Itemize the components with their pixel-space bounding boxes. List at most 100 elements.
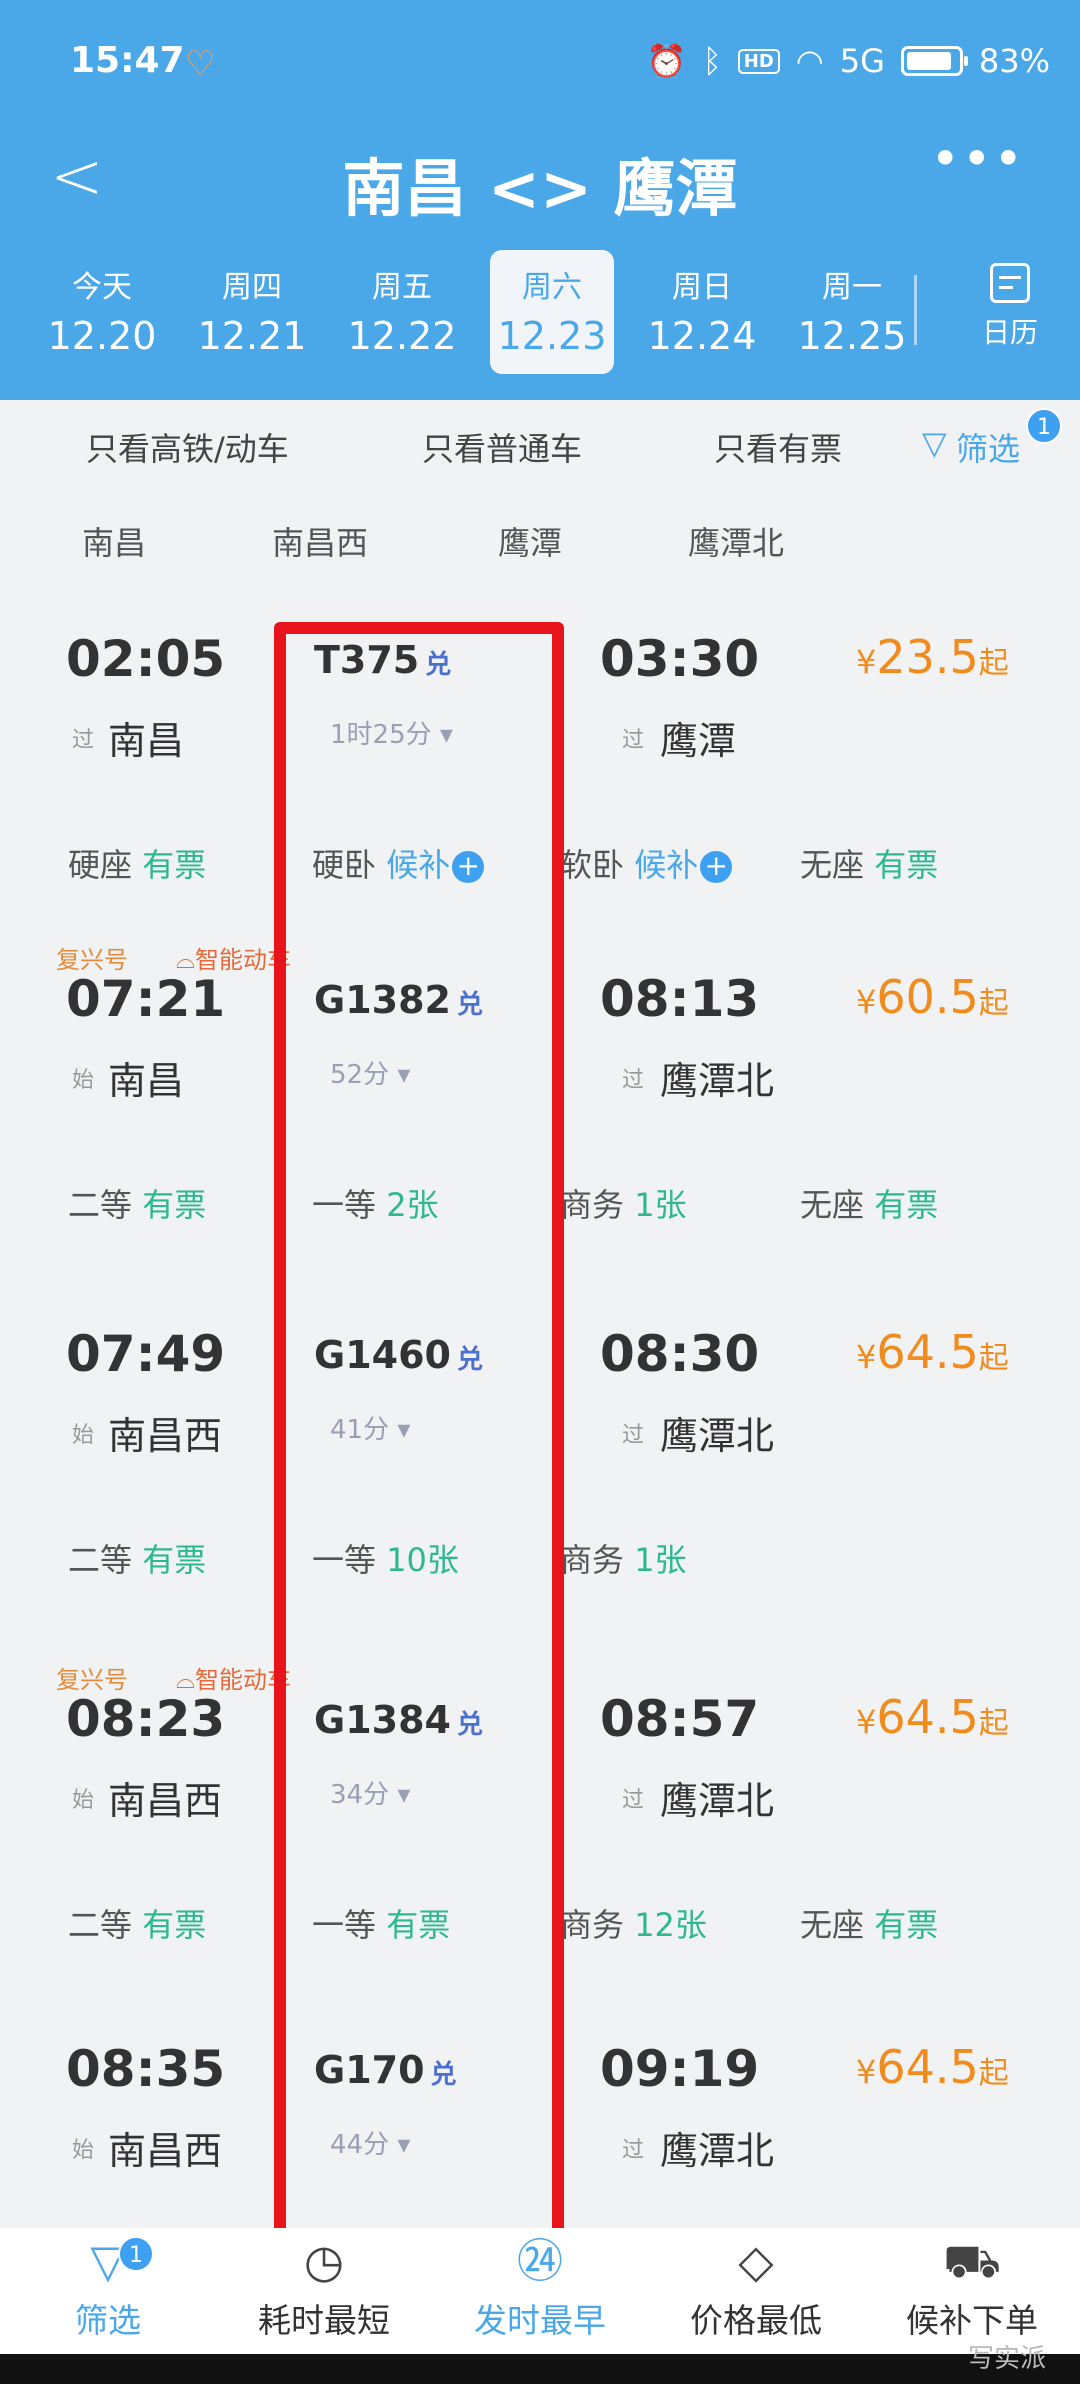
depart-type: 过: [72, 728, 95, 753]
calendar-icon: [990, 263, 1030, 303]
seat-info[interactable]: 二等 有票: [68, 1900, 206, 1946]
seat-status: 有票: [142, 1186, 207, 1224]
date-strip-divider: [914, 275, 917, 345]
arrive-type: 过: [622, 1423, 645, 1448]
station-chip[interactable]: 鹰潭: [498, 518, 562, 564]
bottom-toolbar: ▽ 筛选 1 ◷ 耗时最短 ㉔发时最早 ◇ 价格最低 ⛟ 候补下单: [0, 2228, 1080, 2354]
price: ¥64.5起: [856, 1325, 1009, 1379]
health-icon: ♡: [185, 44, 216, 84]
tab-cart[interactable]: ⛟ 候补下单: [864, 2228, 1080, 2354]
station-chip[interactable]: 鹰潭北: [688, 518, 784, 564]
date-tab[interactable]: 周一 12.25: [790, 250, 914, 374]
add-icon[interactable]: +: [700, 851, 733, 883]
depart-type: 始: [72, 1068, 95, 1093]
seat-info[interactable]: 软卧 候补 +: [560, 840, 733, 886]
battery-icon: [900, 46, 968, 76]
seat-info[interactable]: 商务 1张: [560, 1180, 687, 1226]
tab-filter[interactable]: ▽ 筛选 1: [0, 2228, 216, 2354]
filter-youpiao[interactable]: 只看有票: [714, 424, 842, 470]
price-value: 60.5: [876, 970, 979, 1024]
date-weekday: 周四: [222, 270, 282, 305]
filter-icon: ▽: [90, 2234, 126, 2288]
watermark: 写实派: [967, 2344, 1046, 2374]
price-currency: ¥: [856, 1338, 877, 1376]
arrive-time: 08:13: [600, 970, 760, 1028]
seat-info[interactable]: 无座 有票: [800, 840, 938, 886]
arrive-time: 08:57: [600, 1690, 760, 1748]
arrive-time: 03:30: [600, 630, 760, 688]
date-value: 12.20: [47, 314, 157, 358]
filter-row: 只看高铁/动车 只看普通车 只看有票 ▽ 筛选 1: [0, 400, 1080, 490]
date-weekday: 周六: [522, 270, 582, 305]
seat-info[interactable]: 商务 1张: [560, 1535, 687, 1581]
arrive-station: 鹰潭: [660, 719, 737, 763]
filter-gaotie[interactable]: 只看高铁/动车: [86, 424, 289, 470]
filter-funnel-icon[interactable]: ▽: [922, 424, 947, 462]
depart-station: 南昌: [108, 719, 185, 763]
filter-shaixuan[interactable]: 筛选: [956, 424, 1020, 470]
price: ¥64.5起: [856, 1690, 1009, 1744]
seat-class: 商务: [560, 1186, 625, 1224]
date-tab[interactable]: 周六 12.23: [490, 250, 614, 374]
signal-5g-icon: 5G: [839, 42, 885, 80]
tab-label: 耗时最短: [258, 2301, 390, 2340]
tab-clock-24[interactable]: ㉔发时最早: [432, 2228, 648, 2354]
seat-info[interactable]: 二等 有票: [68, 1535, 206, 1581]
price-value: 23.5: [876, 630, 979, 684]
timer-icon: ◷: [303, 2234, 345, 2288]
tab-timer[interactable]: ◷ 耗时最短: [216, 2228, 432, 2354]
seat-status: 12张: [634, 1906, 707, 1944]
date-tab[interactable]: 今天 12.20: [40, 250, 164, 374]
station-chip[interactable]: 南昌: [82, 518, 146, 564]
seat-info[interactable]: 硬座 有票: [68, 840, 206, 886]
tab-badge: 1: [118, 2236, 154, 2272]
more-icon[interactable]: •••: [931, 130, 1025, 188]
price-currency: ¥: [856, 643, 877, 681]
station-filter-row: 南昌 南昌西 鹰潭 鹰潭北: [0, 500, 1080, 580]
arrive-type: 过: [622, 1068, 645, 1093]
seat-class: 无座: [800, 1186, 865, 1224]
tab-price-tag[interactable]: ◇ 价格最低: [648, 2228, 864, 2354]
calendar-button[interactable]: 日历: [970, 263, 1050, 351]
depart-time: 08:35: [66, 2040, 226, 2098]
arrive-station: 鹰潭北: [660, 1059, 775, 1103]
seat-status: 候补: [634, 846, 699, 884]
depart-time: 08:23: [66, 1690, 226, 1748]
tab-label: 价格最低: [690, 2301, 822, 2340]
seat-status: 有票: [142, 846, 207, 884]
nav-bar: < 南昌 <> 鹰潭 •••: [0, 130, 1080, 230]
seat-info[interactable]: 无座 有票: [800, 1900, 938, 1946]
date-strip: 今天 12.20 周四 12.21 周五 12.22 周六 12.23 周日 12.24 周一 12.…: [0, 250, 1080, 380]
date-weekday: 周一: [822, 270, 882, 305]
depart-type: 始: [72, 1788, 95, 1813]
seat-class: 商务: [560, 1906, 625, 1944]
status-bar: 15:47 ♡ ⏰ ᛒ HD ◠ 5G 83%: [0, 0, 1080, 130]
price: ¥60.5起: [856, 970, 1009, 1024]
price-from: 起: [978, 986, 1009, 1021]
status-time: 15:47: [70, 40, 185, 81]
price-value: 64.5: [876, 1690, 979, 1744]
bottom-bar: [0, 2354, 1080, 2384]
price-from: 起: [978, 2056, 1009, 2091]
date-value: 12.22: [347, 314, 457, 358]
seat-info[interactable]: 二等 有票: [68, 1180, 206, 1226]
price-currency: ¥: [856, 1703, 877, 1741]
alarm-icon: ⏰: [646, 42, 687, 80]
page-title[interactable]: 南昌 <> 鹰潭: [0, 138, 1080, 228]
filter-putong[interactable]: 只看普通车: [422, 424, 582, 470]
seat-info[interactable]: 无座 有票: [800, 1180, 938, 1226]
cart-icon: ⛟: [943, 2234, 1001, 2288]
date-tab[interactable]: 周日 12.24: [640, 250, 764, 374]
date-tab[interactable]: 周四 12.21: [190, 250, 314, 374]
price-value: 64.5: [876, 2040, 979, 2094]
date-tab[interactable]: 周五 12.22: [340, 250, 464, 374]
seat-class: 二等: [68, 1186, 133, 1224]
price-value: 64.5: [876, 1325, 979, 1379]
price-currency: ¥: [856, 2053, 877, 2091]
station-chip[interactable]: 南昌西: [272, 518, 368, 564]
tab-label: 筛选: [75, 2301, 141, 2340]
seat-info[interactable]: 商务 12张: [560, 1900, 707, 1946]
date-value: 12.23: [497, 314, 607, 358]
arrive-station: 鹰潭北: [660, 1414, 775, 1458]
seat-class: 二等: [68, 1541, 133, 1579]
